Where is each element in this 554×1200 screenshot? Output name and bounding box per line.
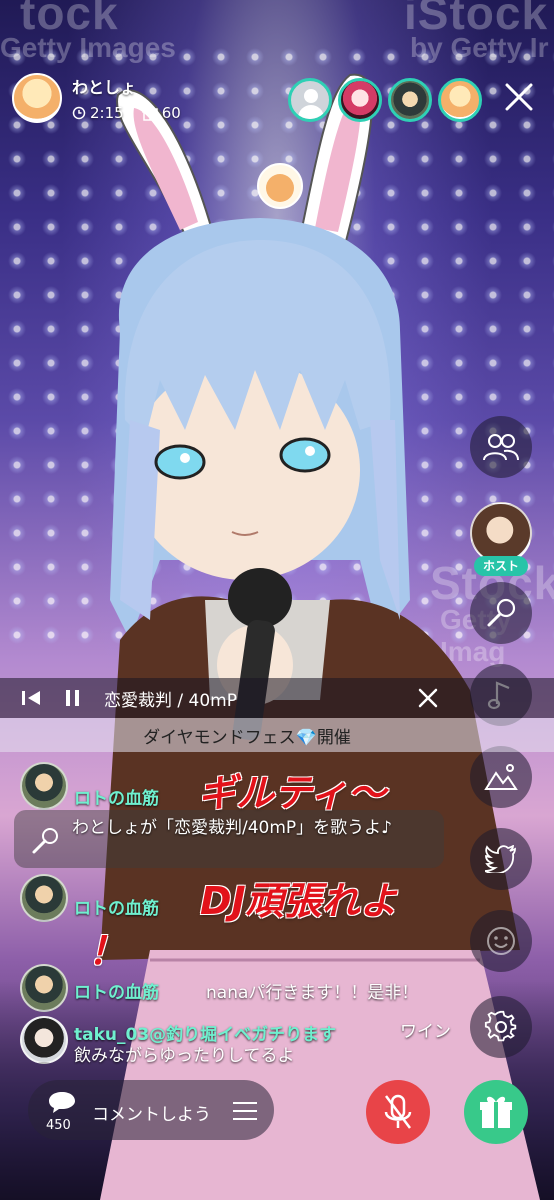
watermark-top-left-sub: Getty Images xyxy=(0,32,176,63)
gift-count-value: 60 xyxy=(161,104,181,122)
viewer-list xyxy=(288,78,482,122)
settings-button[interactable] xyxy=(470,996,532,1058)
viewer-avatar[interactable] xyxy=(438,78,482,122)
twitter-share-button[interactable] xyxy=(470,828,532,890)
chat-avatar[interactable] xyxy=(20,1016,68,1064)
twitter-icon xyxy=(485,845,516,873)
chat-username[interactable]: ロトの血筋 xyxy=(74,894,159,919)
microphone-icon xyxy=(487,598,516,627)
mic-off-icon xyxy=(384,1094,412,1129)
speech-bubble-icon xyxy=(49,1092,75,1113)
host-name: わとしょ xyxy=(72,78,137,97)
chat-username[interactable]: ロトの血筋 xyxy=(74,784,159,809)
chat-message: nanaパ行きます！！是非！ xyxy=(206,983,419,1003)
default-user-icon-head xyxy=(304,89,318,103)
gift-stat: 60 xyxy=(141,104,181,122)
chat-avatar[interactable] xyxy=(20,874,68,922)
gift-icon xyxy=(480,1096,512,1128)
background-button[interactable] xyxy=(470,746,532,808)
comment-count: 450 xyxy=(46,1118,71,1133)
viewer-avatar[interactable] xyxy=(338,78,382,122)
clock-icon xyxy=(72,106,86,120)
close-music-icon[interactable] xyxy=(414,684,442,712)
pause-icon[interactable] xyxy=(64,688,82,708)
host-avatar[interactable] xyxy=(12,73,62,123)
host-stats: 2:15 60 xyxy=(72,104,181,122)
comment-placeholder: コメントしよう xyxy=(92,1105,211,1125)
event-banner[interactable]: ダイヤモンドフェス💎開催 xyxy=(0,718,554,752)
microphone-small-icon xyxy=(32,828,58,854)
reaction-button[interactable] xyxy=(470,910,532,972)
system-message-text: わとしょが「恋愛裁判/40mP」を歌うよ♪ xyxy=(72,818,393,838)
participants-button[interactable] xyxy=(470,416,532,478)
chat-message: ワイン飲みながらゆったりしてるよ xyxy=(74,1022,451,1066)
overlay-text-guilty: ギルティ〜 xyxy=(198,771,386,815)
host-tag: ホスト xyxy=(474,556,528,576)
smile-icon xyxy=(487,927,515,955)
chat-username[interactable]: ロトの血筋 xyxy=(74,978,159,1003)
duration-stat: 2:15 xyxy=(72,104,124,122)
previous-track-icon[interactable] xyxy=(20,688,42,708)
mute-mic-button[interactable] xyxy=(366,1080,430,1144)
overlay-text-exclamation: ！ xyxy=(88,929,127,973)
gift-small-icon xyxy=(141,107,158,121)
music-player-bar: 恋愛裁判 / 40mP xyxy=(0,678,554,718)
host-avatar-button[interactable] xyxy=(470,502,532,564)
gift-button[interactable] xyxy=(464,1080,528,1144)
chat-avatar[interactable] xyxy=(20,964,68,1012)
menu-icon[interactable] xyxy=(232,1100,258,1122)
music-title: 恋愛裁判 / 40mP xyxy=(104,690,237,711)
host-meta: わとしょ 2:15 60 xyxy=(72,74,181,122)
watermark-top-right-sub: by Getty Ir xyxy=(410,32,549,63)
duration-value: 2:15 xyxy=(90,104,124,122)
mountain-icon xyxy=(484,764,518,790)
karaoke-button[interactable] xyxy=(470,582,532,644)
close-icon[interactable] xyxy=(502,80,536,114)
people-icon xyxy=(483,434,519,461)
overlay-text-dj: DJ頑張れよ xyxy=(200,879,398,923)
gear-icon xyxy=(484,1010,517,1042)
chat-avatar[interactable] xyxy=(20,762,68,810)
viewer-avatar[interactable] xyxy=(288,78,332,122)
viewer-avatar[interactable] xyxy=(388,78,432,122)
default-user-icon-body xyxy=(298,105,324,119)
host-info[interactable]: わとしょ 2:15 60 xyxy=(12,72,181,124)
